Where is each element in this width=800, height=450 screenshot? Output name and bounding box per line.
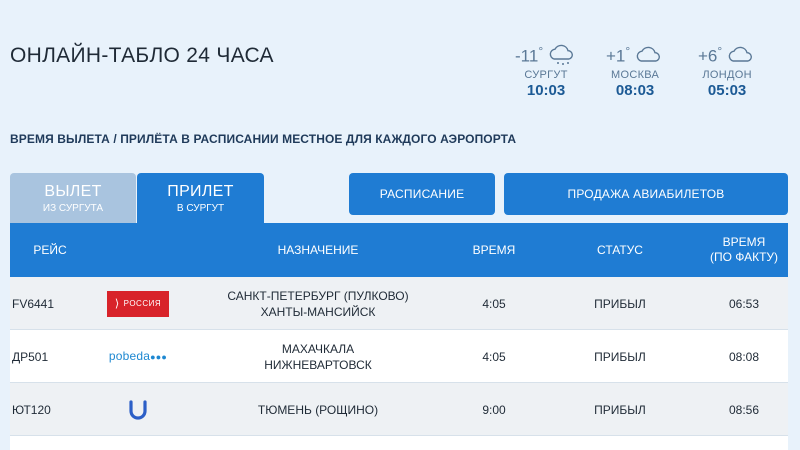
page-title: ОНЛАЙН-ТАБЛО 24 ЧАСА: [10, 44, 274, 67]
header-flight: РЕЙС: [33, 242, 67, 257]
weather-temp: +6°: [698, 44, 723, 66]
weather-time: 08:03: [615, 81, 655, 99]
utair-logo-icon: [129, 399, 147, 420]
flight-status: ПРИБЫЛ: [594, 349, 646, 364]
tab-arrival[interactable]: ПРИЛЕТ В СУРГУТ: [137, 173, 264, 223]
scheduled-time: 4:05: [482, 349, 506, 364]
tab-arrival-sub: В СУРГУТ: [176, 202, 225, 214]
scheduled-time: 4:05: [482, 296, 506, 311]
actual-time: 08:56: [728, 402, 760, 417]
weather-surgut: -11° СУРГУТ 10:03: [515, 44, 577, 99]
scheduled-time: 9:00: [482, 402, 506, 417]
weather-city: ЛОНДОН: [702, 68, 752, 81]
destination: САНКТ-ПЕТЕРБУРГ (ПУЛКОВО) ХАНТЫ-МАНСИЙСК: [227, 288, 409, 319]
schedule-button[interactable]: РАСПИСАНИЕ: [349, 173, 495, 215]
header-actual-time: ВРЕМЯ (ПО ФАКТУ): [709, 235, 779, 264]
actual-time: 08:08: [728, 349, 760, 364]
tab-departure-label: ВЫЛЕТ: [44, 182, 102, 200]
cloud-icon: [636, 46, 661, 62]
destination: ТЮМЕНЬ (РОЩИНО): [257, 402, 379, 417]
flight-status: ПРИБЫЛ: [594, 402, 646, 417]
actual-time: 06:53: [728, 296, 760, 311]
table-header: РЕЙС НАЗНАЧЕНИЕ ВРЕМЯ СТАТУС ВРЕМЯ (ПО Ф…: [10, 223, 788, 277]
weather-temp: -11°: [515, 44, 544, 66]
cloud-icon: [728, 46, 753, 62]
table-row[interactable]: ЮТ120 ТЮМЕНЬ (РОЩИНО) 9:00 ПРИБЫЛ 08:56: [10, 383, 788, 436]
header-destination: НАЗНАЧЕНИЕ: [277, 242, 359, 257]
weather-time: 10:03: [526, 81, 566, 99]
weather-city: СУРГУТ: [524, 68, 568, 81]
flight-number: FV6441: [12, 296, 55, 311]
tab-arrival-label: ПРИЛЕТ: [167, 182, 234, 200]
weather-city: МОСКВА: [611, 68, 660, 81]
timezone-note: ВРЕМЯ ВЫЛЕТА / ПРИЛЁТА В РАСПИСАНИИ МЕСТ…: [10, 132, 517, 146]
rossiya-logo-icon: ⟩ РОССИЯ: [107, 290, 169, 317]
destination: МАХАЧКАЛА НИЖНЕВАРТОВСК: [264, 341, 372, 372]
snow-cloud-icon: [549, 44, 574, 65]
flights-table: FV6441 ⟩ РОССИЯ САНКТ-ПЕТЕРБУРГ (ПУЛКОВО)…: [10, 277, 788, 450]
table-row[interactable]: FV6441 ⟩ РОССИЯ САНКТ-ПЕТЕРБУРГ (ПУЛКОВО)…: [10, 277, 788, 330]
header-status: СТАТУС: [597, 242, 643, 257]
table-row[interactable]: ДР501 pobeda●●● МАХАЧКАЛА НИЖНЕВАРТОВСК …: [10, 330, 788, 383]
flight-number: ДР501: [12, 349, 49, 364]
airline-logo: pobeda●●●: [98, 330, 178, 383]
flight-status: ПРИБЫЛ: [594, 296, 646, 311]
pobeda-logo-icon: pobeda●●●: [108, 349, 168, 363]
header-time: ВРЕМЯ: [472, 242, 516, 257]
weather-london: +6° ЛОНДОН 05:03: [698, 44, 756, 99]
tab-departure-sub: ИЗ СУРГУТА: [42, 202, 104, 214]
weather-moscow: +1° МОСКВА 08:03: [606, 44, 664, 99]
tab-departure[interactable]: ВЫЛЕТ ИЗ СУРГУТА: [10, 173, 136, 223]
flight-number: ЮТ120: [12, 402, 51, 417]
weather-time: 05:03: [707, 81, 747, 99]
airline-logo: ⟩ РОССИЯ: [98, 277, 178, 330]
table-row-partial: [10, 436, 788, 450]
airline-logo: [98, 383, 178, 436]
weather-temp: +1°: [606, 44, 631, 66]
buy-tickets-button[interactable]: ПРОДАЖА АВИАБИЛЕТОВ: [504, 173, 788, 215]
